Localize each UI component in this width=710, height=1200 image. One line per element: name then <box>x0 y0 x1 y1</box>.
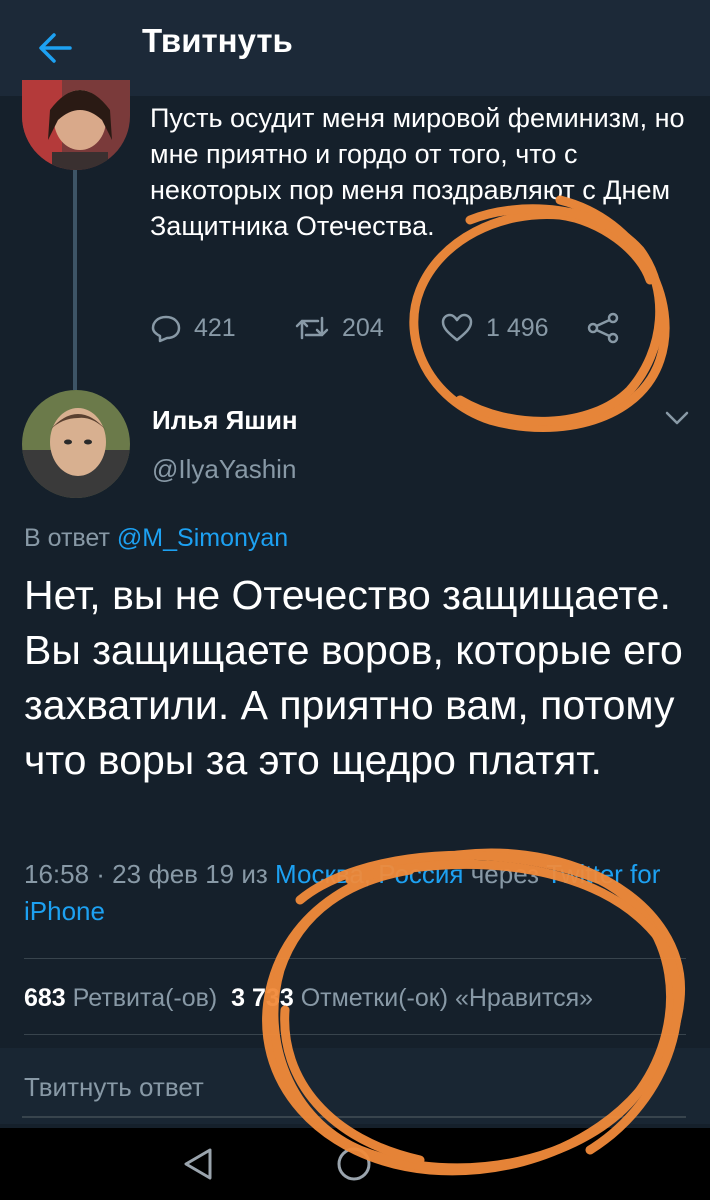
divider <box>24 958 686 959</box>
share-icon <box>587 312 619 344</box>
parent-tweet-actions: 421 204 1 496 <box>150 308 630 348</box>
tweet-text: Нет, вы не Отечество защищаете. Вы защищ… <box>24 572 683 783</box>
like-total: 3 733 <box>231 984 294 1012</box>
reply-context: В ответ @M_Simonyan <box>24 524 288 553</box>
likes-stat[interactable]: 3 733 Отметки(-ок) «Нравится» <box>231 984 593 1012</box>
system-navigation-bar <box>0 1128 710 1200</box>
back-button[interactable] <box>34 26 78 70</box>
retweet-icon <box>295 316 329 340</box>
like-button[interactable]: 1 496 <box>440 308 549 348</box>
tweet-timestamp: 16:58 · 23 фев 19 из <box>24 859 268 889</box>
tweet-stats: 683 Ретвита(-ов) 3 733 Отметки(-ок) «Нра… <box>24 984 593 1013</box>
retweet-count: 204 <box>342 313 384 342</box>
location-link[interactable]: Москва, Россия <box>275 859 463 889</box>
tweet-menu-button[interactable] <box>662 406 692 430</box>
thread-connector-line <box>73 160 77 390</box>
parent-tweet-text: Пусть осудит меня мировой феминизм, но м… <box>150 103 685 241</box>
avatar[interactable] <box>22 80 130 170</box>
page-title: Твитнуть <box>142 22 293 59</box>
nav-back-icon[interactable] <box>178 1144 218 1184</box>
share-button[interactable] <box>586 308 632 348</box>
like-label: Отметки(-ок) «Нравится» <box>300 984 594 1012</box>
heart-icon <box>441 313 473 342</box>
reply-button[interactable]: 421 <box>150 308 236 348</box>
arrow-left-icon <box>39 33 72 63</box>
author-name[interactable]: Илья Яшин <box>152 405 298 436</box>
reply-icon <box>151 315 181 343</box>
retweet-button[interactable]: 204 <box>294 308 384 348</box>
via-label: через <box>470 859 540 889</box>
avatar[interactable] <box>22 390 130 498</box>
reply-composer[interactable]: Твитнуть ответ <box>0 1048 710 1124</box>
reply-prefix: В ответ <box>24 524 110 552</box>
divider <box>24 1034 686 1035</box>
reply-mention-link[interactable]: @M_Simonyan <box>117 524 288 552</box>
author-handle[interactable]: @IlyaYashin <box>152 454 296 485</box>
reply-count: 421 <box>194 313 236 342</box>
retweet-label: Ретвита(-ов) <box>72 984 218 1012</box>
like-count: 1 496 <box>486 313 549 342</box>
chevron-down-icon <box>665 411 689 425</box>
retweets-stat[interactable]: 683 Ретвита(-ов) <box>24 984 217 1012</box>
nav-home-icon[interactable] <box>334 1144 374 1184</box>
reply-input-placeholder[interactable]: Твитнуть ответ <box>24 1072 204 1103</box>
retweet-total: 683 <box>24 984 66 1012</box>
reply-input-underline <box>22 1116 686 1118</box>
tweet-meta: 16:58 · 23 фев 19 из Москва, Россия чере… <box>24 856 694 930</box>
